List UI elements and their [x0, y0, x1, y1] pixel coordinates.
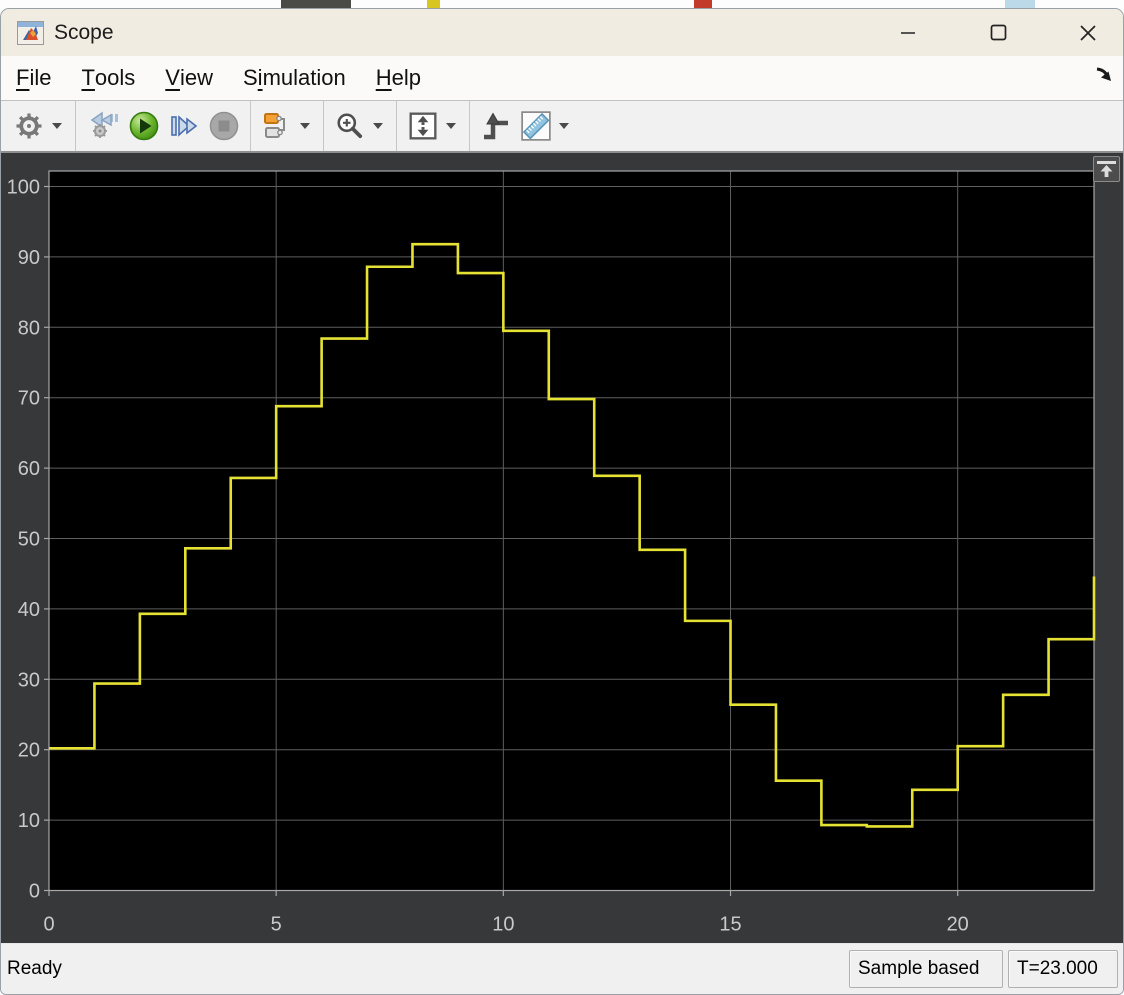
menu-tools[interactable]: Tools: [66, 56, 150, 100]
statusbar: Ready Sample based T=23.000: [1, 943, 1123, 994]
step-forward-button[interactable]: [164, 104, 204, 148]
step-back-button[interactable]: [82, 104, 124, 148]
close-icon: [1080, 24, 1096, 41]
y-tick-label: 30: [18, 669, 40, 691]
y-tick-label: 0: [29, 881, 40, 903]
zoom-dropdown[interactable]: [370, 104, 386, 148]
y-tick-label: 80: [18, 317, 40, 339]
matlab-scope-icon: [17, 20, 44, 45]
x-tick-label: 15: [719, 914, 741, 936]
zoom-button[interactable]: [330, 104, 370, 148]
fit-view-icon: [409, 112, 437, 140]
window-title: Scope: [54, 20, 114, 44]
dock-scope-button[interactable]: [1091, 62, 1117, 88]
y-tick-label: 90: [18, 247, 40, 269]
scope-plot: 0 10 20 30 40 50 60 70 80 90 100 0 5 10 15 20: [7, 170, 1096, 936]
measurements-button[interactable]: [516, 104, 556, 148]
step-forward-icon: [171, 115, 198, 137]
stop-icon: [209, 111, 239, 141]
run-button[interactable]: [124, 104, 164, 148]
dock-arrow-icon: [1096, 67, 1111, 81]
sim-time-panel: T=23.000: [1008, 950, 1118, 988]
chevron-down-icon: [52, 123, 62, 129]
toolbar-separator: [75, 101, 76, 151]
menu-simulation[interactable]: Si mulation: [228, 56, 361, 100]
play-icon: [129, 111, 159, 141]
expand-up-icon: [1097, 161, 1116, 177]
highlight-block-button[interactable]: [257, 104, 297, 148]
scope-window: Scope File Tools View Si mulation H elp …: [0, 8, 1124, 995]
sample-mode-panel: Sample based: [849, 950, 1003, 988]
gear-icon: [16, 113, 42, 139]
toolbar-separator: [396, 101, 397, 151]
y-tick-label: 70: [18, 388, 40, 410]
toolbar-separator: [250, 101, 251, 151]
menu-file[interactable]: File: [1, 56, 66, 100]
x-tick-label: 5: [271, 914, 282, 936]
chevron-down-icon: [373, 123, 383, 129]
minimize-button[interactable]: [885, 13, 931, 53]
x-tick-label: 0: [43, 914, 54, 936]
step-back-icon: [90, 111, 118, 138]
axes-background: [49, 171, 1094, 891]
toolbar-separator: [469, 101, 470, 151]
y-tick-label: 100: [7, 177, 40, 199]
settings-button[interactable]: [9, 104, 49, 148]
expand-toolbar-button[interactable]: [1093, 156, 1120, 182]
chevron-down-icon: [559, 123, 569, 129]
chevron-down-icon: [300, 123, 310, 129]
menubar: File Tools View Si mulation Help: [1, 56, 1123, 101]
menu-view[interactable]: View: [150, 56, 228, 100]
chevron-down-icon: [446, 123, 456, 129]
blocks-icon: [264, 113, 285, 138]
fit-to-view-dropdown[interactable]: [443, 104, 459, 148]
y-tick-label: 40: [18, 599, 40, 621]
status-message: Ready: [7, 958, 62, 979]
maximize-button[interactable]: [975, 13, 1021, 53]
ruler-icon: [521, 111, 551, 141]
magnifier-icon: [337, 113, 363, 139]
x-tick-label: 10: [492, 914, 514, 936]
toolbar: [1, 101, 1123, 153]
titlebar[interactable]: Scope: [1, 9, 1123, 56]
measurements-dropdown[interactable]: [556, 104, 572, 148]
minimize-icon: [901, 31, 915, 34]
y-tick-label: 10: [18, 810, 40, 832]
y-tick-label: 60: [18, 458, 40, 480]
stop-button[interactable]: [204, 104, 244, 148]
y-tick-label: 20: [18, 740, 40, 762]
toolbar-separator: [323, 101, 324, 151]
trigger-icon: [484, 112, 508, 140]
highlight-block-dropdown[interactable]: [297, 104, 313, 148]
y-tick-label: 50: [18, 529, 40, 551]
trigger-button[interactable]: [476, 104, 516, 148]
plot-area[interactable]: 0 10 20 30 40 50 60 70 80 90 100 0 5 10 15 20: [1, 153, 1123, 946]
x-tick-label: 20: [947, 914, 969, 936]
fit-to-view-button[interactable]: [403, 104, 443, 148]
close-button[interactable]: [1065, 13, 1111, 53]
menu-help[interactable]: Help: [361, 56, 436, 100]
settings-dropdown[interactable]: [49, 104, 65, 148]
maximize-icon: [990, 24, 1006, 41]
